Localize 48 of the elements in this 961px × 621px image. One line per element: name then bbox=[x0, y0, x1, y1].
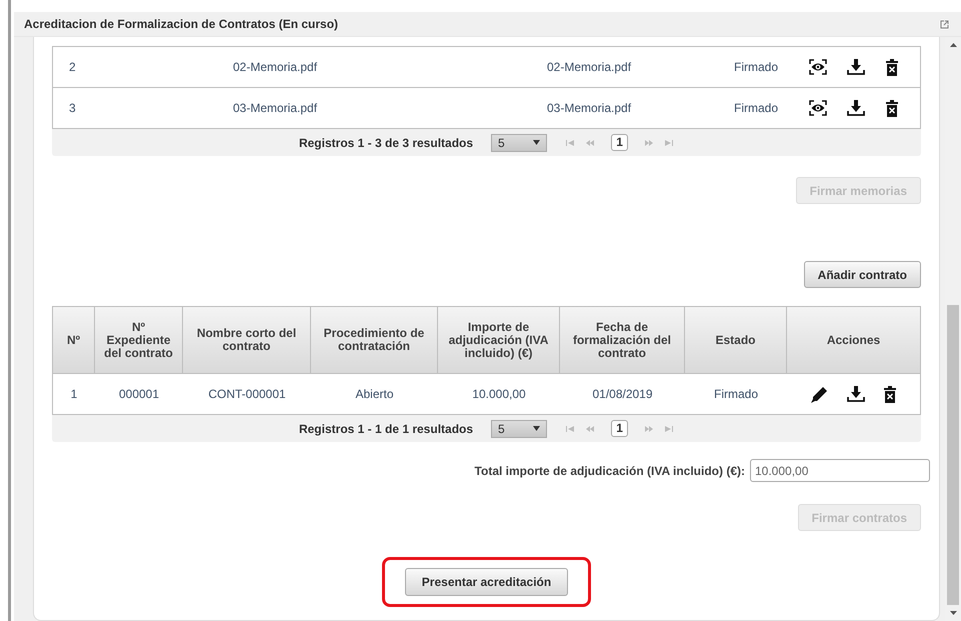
file-name: 02-Memoria.pdf bbox=[546, 60, 632, 74]
caret-icon[interactable] bbox=[533, 426, 540, 431]
file-name: 03-Memoria.pdf bbox=[546, 101, 632, 115]
page-size-dropdown[interactable]: 5 bbox=[491, 134, 548, 152]
page-button[interactable]: 1 bbox=[611, 134, 628, 151]
caret-icon[interactable] bbox=[533, 140, 540, 145]
results-summary: Registros 1 - 1 de 1 resultados bbox=[298, 422, 474, 436]
total-amount-field[interactable]: 10.000,00 bbox=[750, 459, 930, 482]
table-cell-text: 000001 bbox=[118, 387, 160, 401]
results-summary: Registros 1 - 3 de 3 resultados bbox=[298, 136, 474, 150]
document-name: 03-Memoria.pdf bbox=[232, 101, 318, 115]
table-cell-text: 10.000,00 bbox=[471, 387, 527, 401]
total-label: Total importe de adjudicación (IVA incluido) (€): bbox=[474, 464, 745, 478]
eye-icon[interactable] bbox=[809, 59, 828, 75]
page-size-dropdown[interactable]: 5 bbox=[491, 420, 548, 438]
column-header: Nº Expediente del contrato bbox=[95, 307, 183, 373]
column-header: Procedimiento de contratación bbox=[311, 307, 438, 373]
delete-icon[interactable] bbox=[886, 58, 898, 76]
column-header: Fecha de formalización del contrato bbox=[560, 307, 685, 373]
page-button[interactable]: 1 bbox=[611, 420, 628, 437]
column-header: Acciones bbox=[826, 332, 882, 348]
delete-icon[interactable] bbox=[884, 386, 896, 402]
external-link-icon[interactable] bbox=[940, 20, 949, 28]
pencil-icon[interactable] bbox=[810, 386, 828, 402]
download-icon[interactable] bbox=[847, 99, 866, 117]
window-title: Acreditacion de Formalizacion de Contratos (En curso) bbox=[24, 17, 340, 31]
row-number: 3 bbox=[68, 101, 77, 115]
download-icon[interactable] bbox=[847, 58, 866, 76]
eye-icon[interactable] bbox=[809, 100, 828, 116]
add-contract-button[interactable]: Añadir contrato bbox=[804, 261, 921, 288]
submit-button[interactable]: Presentar acreditación bbox=[404, 568, 568, 596]
table-cell-text: Abierto bbox=[354, 387, 395, 401]
table-cell-text: Firmado bbox=[712, 387, 759, 401]
download-icon[interactable] bbox=[846, 385, 865, 403]
scroll-up-icon[interactable] bbox=[950, 43, 956, 47]
document-name: 02-Memoria.pdf bbox=[232, 60, 318, 74]
column-header: Nº bbox=[53, 307, 95, 373]
column-header: Importe de adjudicación (IVA incluido) (€) bbox=[438, 307, 560, 373]
table-cell-text: CONT-000001 bbox=[207, 387, 287, 401]
table-cell-text: 1 bbox=[70, 387, 78, 401]
status-text: Firmado bbox=[732, 60, 779, 74]
status-text: Firmado bbox=[732, 101, 779, 115]
delete-icon[interactable] bbox=[886, 100, 898, 116]
table-cell-text: 01/08/2019 bbox=[591, 387, 654, 401]
scroll-down-icon[interactable] bbox=[950, 611, 956, 615]
row-number: 2 bbox=[68, 60, 77, 74]
column-header: Nombre corto del contrato bbox=[183, 307, 311, 373]
column-header: Estado bbox=[685, 307, 787, 373]
